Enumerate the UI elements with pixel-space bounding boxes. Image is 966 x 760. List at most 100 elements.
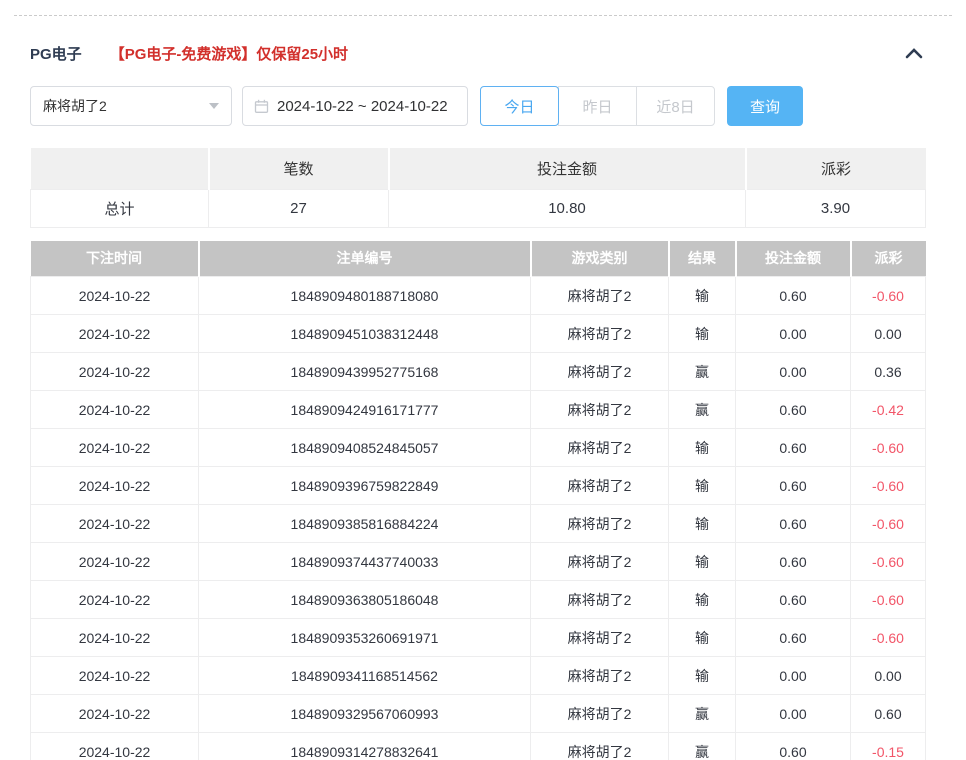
bet-amount-cell: 0.60 xyxy=(736,505,851,543)
bet-amount-cell: 0.00 xyxy=(736,315,851,353)
payout-cell: 0.60 xyxy=(851,695,926,733)
payout-cell: -0.60 xyxy=(851,467,926,505)
game-type-cell: 麻将胡了2 xyxy=(531,543,669,581)
payout-cell: -0.60 xyxy=(851,277,926,315)
game-type-cell: 麻将胡了2 xyxy=(531,315,669,353)
bet-id-cell: 1848909439952775168 xyxy=(199,353,531,391)
bet-amount-cell: 0.60 xyxy=(736,733,851,760)
summary-total-label: 总计 xyxy=(31,189,209,227)
last-8-days-button[interactable]: 近8日 xyxy=(636,86,715,126)
result-cell: 输 xyxy=(669,467,736,505)
bet-time-cell: 2024-10-22 xyxy=(31,657,199,695)
summary-table: 笔数 投注金额 派彩 总计 27 10.80 3.90 xyxy=(30,148,926,228)
table-row: 2024-10-221848909480188718080麻将胡了2输0.60-… xyxy=(31,277,926,315)
bet-amount-cell: 0.00 xyxy=(736,353,851,391)
table-row: 2024-10-221848909363805186048麻将胡了2输0.60-… xyxy=(31,581,926,619)
bet-id-cell: 1848909353260691971 xyxy=(199,619,531,657)
bet-id-cell: 1848909480188718080 xyxy=(199,277,531,315)
table-row: 2024-10-221848909341168514562麻将胡了2输0.000… xyxy=(31,657,926,695)
panel-title: PG电子 xyxy=(30,43,82,64)
bet-id-cell: 1848909314278832641 xyxy=(199,733,531,760)
bet-records-table: 下注时间 注单编号 游戏类别 结果 投注金额 派彩 2024-10-221848… xyxy=(30,241,926,760)
payout-cell: 0.00 xyxy=(851,657,926,695)
bet-amount-cell: 0.60 xyxy=(736,619,851,657)
game-select[interactable]: 麻将胡了2 xyxy=(30,86,232,126)
table-row: 2024-10-221848909424916171777麻将胡了2赢0.60-… xyxy=(31,391,926,429)
bet-id-cell: 1848909341168514562 xyxy=(199,657,531,695)
game-type-cell: 麻将胡了2 xyxy=(531,429,669,467)
game-type-cell: 麻将胡了2 xyxy=(531,277,669,315)
chevron-up-icon xyxy=(905,47,923,59)
bet-time-cell: 2024-10-22 xyxy=(31,695,199,733)
summary-total-bet-amount: 10.80 xyxy=(389,189,746,227)
summary-header-payout: 派彩 xyxy=(746,148,926,189)
result-cell: 输 xyxy=(669,505,736,543)
bet-id-cell: 1848909385816884224 xyxy=(199,505,531,543)
result-cell: 赢 xyxy=(669,353,736,391)
top-dashed-divider xyxy=(14,15,952,16)
bet-amount-cell: 0.60 xyxy=(736,277,851,315)
result-cell: 赢 xyxy=(669,391,736,429)
bet-table-body: 2024-10-221848909480188718080麻将胡了2输0.60-… xyxy=(31,277,926,760)
game-type-cell: 麻将胡了2 xyxy=(531,581,669,619)
summary-total-count: 27 xyxy=(209,189,389,227)
date-range-input[interactable]: 2024-10-22 ~ 2024-10-22 xyxy=(242,86,468,126)
result-cell: 赢 xyxy=(669,695,736,733)
bet-amount-cell: 0.60 xyxy=(736,543,851,581)
result-cell: 输 xyxy=(669,619,736,657)
header-bet-amount: 投注金额 xyxy=(736,241,851,277)
bet-id-cell: 1848909408524845057 xyxy=(199,429,531,467)
today-button[interactable]: 今日 xyxy=(480,86,559,126)
summary-header-empty xyxy=(31,148,209,189)
calendar-icon xyxy=(254,99,277,114)
bet-time-cell: 2024-10-22 xyxy=(31,543,199,581)
table-row: 2024-10-221848909353260691971麻将胡了2输0.60-… xyxy=(31,619,926,657)
payout-cell: -0.15 xyxy=(851,733,926,760)
bet-time-cell: 2024-10-22 xyxy=(31,733,199,760)
header-payout: 派彩 xyxy=(851,241,926,277)
summary-header-count: 笔数 xyxy=(209,148,389,189)
bet-time-cell: 2024-10-22 xyxy=(31,315,199,353)
header-bet-time: 下注时间 xyxy=(31,241,199,277)
bet-time-cell: 2024-10-22 xyxy=(31,277,199,315)
bet-id-cell: 1848909451038312448 xyxy=(199,315,531,353)
panel-header: PG电子 【PG电子-免费游戏】仅保留25小时 xyxy=(30,42,925,64)
result-cell: 输 xyxy=(669,277,736,315)
game-type-cell: 麻将胡了2 xyxy=(531,619,669,657)
bet-id-cell: 1848909396759822849 xyxy=(199,467,531,505)
table-row: 2024-10-221848909385816884224麻将胡了2输0.60-… xyxy=(31,505,926,543)
table-row: 2024-10-221848909451038312448麻将胡了2输0.000… xyxy=(31,315,926,353)
table-row: 2024-10-221848909396759822849麻将胡了2输0.60-… xyxy=(31,467,926,505)
bet-table-header-row: 下注时间 注单编号 游戏类别 结果 投注金额 派彩 xyxy=(31,241,926,277)
header-bet-id: 注单编号 xyxy=(199,241,531,277)
quick-date-button-group: 今日 昨日 近8日 xyxy=(480,86,715,126)
query-button[interactable]: 查询 xyxy=(727,86,803,126)
table-row: 2024-10-221848909374437740033麻将胡了2输0.60-… xyxy=(31,543,926,581)
date-range-value: 2024-10-22 ~ 2024-10-22 xyxy=(277,98,448,115)
game-type-cell: 麻将胡了2 xyxy=(531,657,669,695)
bet-time-cell: 2024-10-22 xyxy=(31,429,199,467)
result-cell: 赢 xyxy=(669,733,736,760)
result-cell: 输 xyxy=(669,657,736,695)
collapse-button[interactable] xyxy=(903,42,925,64)
bet-time-cell: 2024-10-22 xyxy=(31,391,199,429)
bet-time-cell: 2024-10-22 xyxy=(31,505,199,543)
payout-cell: 0.00 xyxy=(851,315,926,353)
bet-id-cell: 1848909329567060993 xyxy=(199,695,531,733)
table-row: 2024-10-221848909314278832641麻将胡了2赢0.60-… xyxy=(31,733,926,760)
table-row: 2024-10-221848909439952775168麻将胡了2赢0.000… xyxy=(31,353,926,391)
bet-amount-cell: 0.60 xyxy=(736,391,851,429)
panel-notice: 【PG电子-免费游戏】仅保留25小时 xyxy=(110,43,348,64)
result-cell: 输 xyxy=(669,429,736,467)
summary-total-payout: 3.90 xyxy=(746,189,926,227)
caret-down-icon xyxy=(209,103,219,109)
yesterday-button[interactable]: 昨日 xyxy=(558,86,637,126)
bet-id-cell: 1848909374437740033 xyxy=(199,543,531,581)
bet-amount-cell: 0.00 xyxy=(736,657,851,695)
payout-cell: -0.60 xyxy=(851,505,926,543)
bet-amount-cell: 0.60 xyxy=(736,429,851,467)
summary-total-row: 总计 27 10.80 3.90 xyxy=(31,189,926,227)
table-row: 2024-10-221848909408524845057麻将胡了2输0.60-… xyxy=(31,429,926,467)
summary-header-row: 笔数 投注金额 派彩 xyxy=(31,148,926,189)
bet-id-cell: 1848909363805186048 xyxy=(199,581,531,619)
